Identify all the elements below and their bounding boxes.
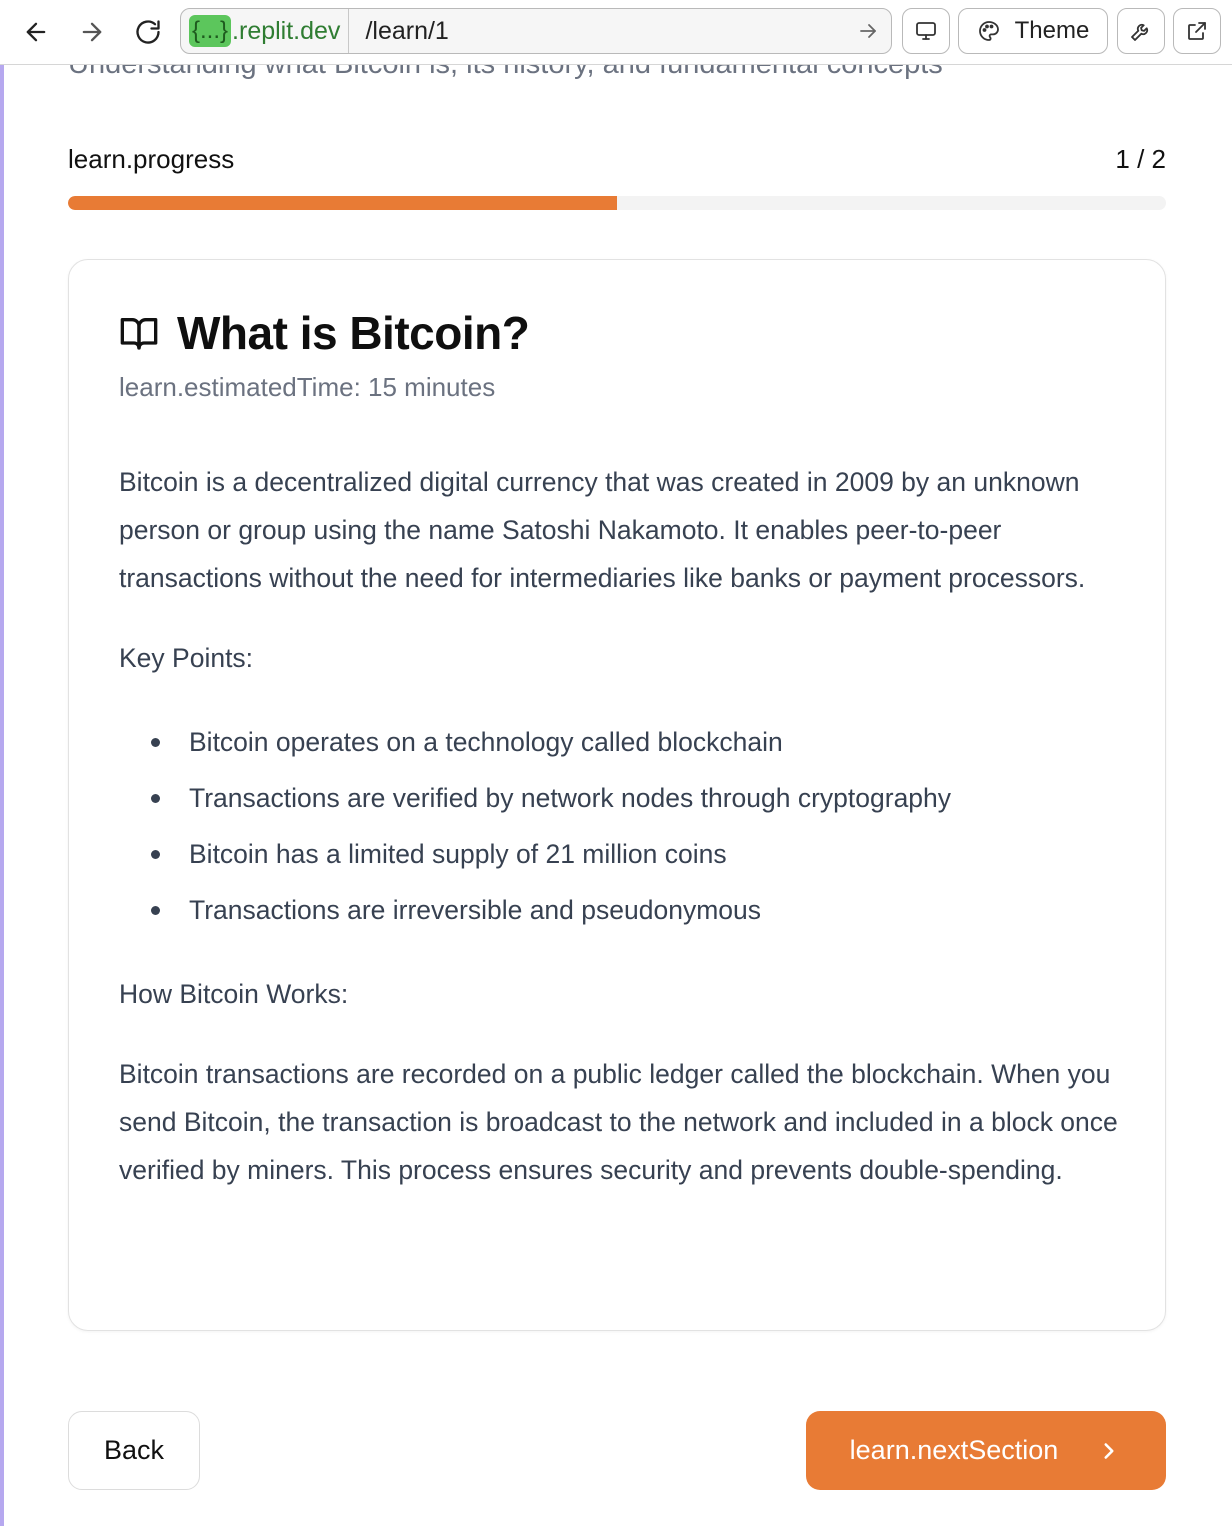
lesson-estimated-time: learn.estimatedTime: 15 minutes (119, 372, 496, 402)
reload-icon (136, 20, 160, 44)
lesson-card: What is Bitcoin? learn.estimatedTime: 15… (68, 259, 1166, 1331)
chevron-right-icon (1104, 1442, 1114, 1459)
lesson-title-row: What is Bitcoin? (119, 306, 530, 360)
devtools-button[interactable] (1117, 8, 1165, 54)
theme-button[interactable]: Theme (958, 8, 1108, 54)
progress-count: 1 / 2 (1115, 144, 1166, 174)
monitor-icon (916, 22, 936, 40)
progress-label: learn.progress (68, 144, 235, 174)
list-item: Transactions are irreversible and pseudo… (119, 882, 1129, 938)
palette-icon (978, 21, 999, 41)
url-path[interactable]: /learn/1 (349, 17, 845, 46)
next-section-button[interactable]: learn.nextSection (806, 1411, 1166, 1490)
progress-bar-fill (68, 196, 617, 210)
device-preview-button[interactable] (902, 8, 950, 54)
arrow-left-icon (26, 22, 46, 42)
key-points-list: Bitcoin operates on a technology called … (119, 714, 1129, 938)
url-domain-text: .replit.dev (232, 16, 341, 45)
back-arrow-button[interactable] (16, 12, 56, 52)
next-section-label: learn.nextSection (849, 1435, 1059, 1465)
url-domain-badge: {...} (189, 15, 232, 47)
list-item: Bitcoin operates on a technology called … (119, 714, 1129, 770)
forward-arrow-button[interactable] (72, 12, 112, 52)
arrow-right-icon (860, 24, 876, 38)
lesson-intro-paragraph: Bitcoin is a decentralized digital curre… (119, 467, 1086, 593)
wrench-icon (1131, 23, 1149, 41)
list-item: Transactions are verified by network nod… (119, 770, 1129, 826)
window-left-accent (0, 0, 4, 1526)
reload-button[interactable] (128, 12, 168, 52)
how-bitcoin-works-heading: How Bitcoin Works: (119, 979, 349, 1009)
theme-label: Theme (1014, 17, 1090, 44)
key-points-heading: Key Points: (119, 643, 254, 673)
open-new-tab-button[interactable] (1173, 8, 1221, 54)
lesson-title: What is Bitcoin? (177, 307, 530, 359)
progress-bar (68, 196, 1166, 210)
back-button[interactable]: Back (68, 1411, 200, 1490)
lesson-content: Bitcoin is a decentralized digital curre… (119, 458, 1129, 1194)
external-link-icon (1188, 22, 1206, 40)
book-open-icon (120, 318, 158, 350)
how-bitcoin-works-paragraph: Bitcoin transactions are recorded on a p… (119, 1059, 1118, 1185)
address-bar[interactable]: {...} .replit.dev /learn/1 (180, 8, 892, 54)
url-domain[interactable]: {...} .replit.dev (181, 9, 350, 53)
url-go-button[interactable] (845, 9, 891, 53)
arrow-right-icon (82, 22, 102, 42)
list-item: Bitcoin has a limited supply of 21 milli… (119, 826, 1129, 882)
browser-toolbar: {...} .replit.dev /learn/1 Theme (0, 0, 1232, 65)
